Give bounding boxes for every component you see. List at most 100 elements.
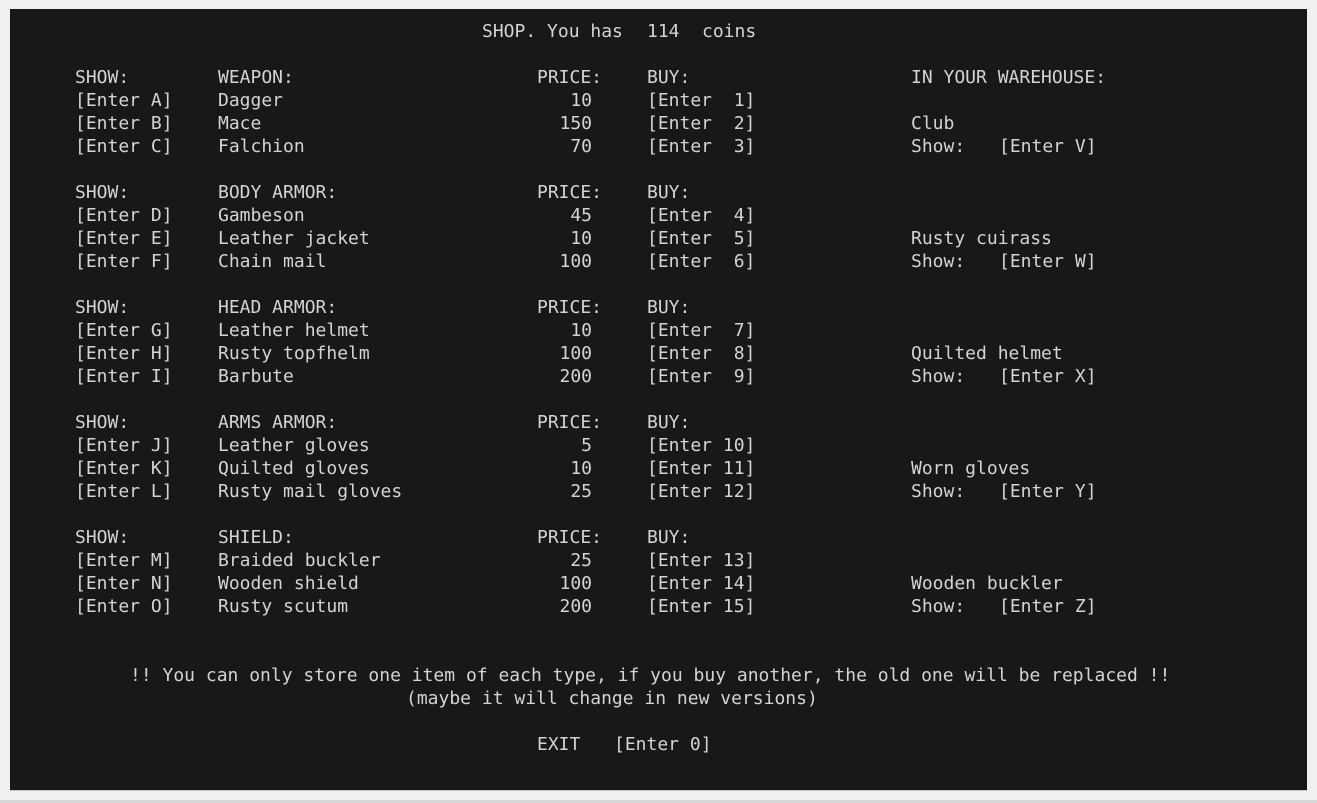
show-item-key[interactable]: [Enter H]: [75, 342, 173, 365]
shop-title-suffix: coins: [702, 21, 757, 42]
warehouse-item-name: Worn gloves: [911, 458, 1031, 479]
buy-column-header: BUY:: [647, 67, 691, 88]
buy-item-key[interactable]: [Enter 7]: [647, 319, 755, 342]
item-name: Rusty scutum: [218, 596, 349, 617]
buy-item-key[interactable]: [Enter 13]: [647, 549, 755, 572]
item-price: 10: [570, 320, 592, 341]
show-item-key[interactable]: [Enter G]: [75, 319, 173, 342]
buy-item-key[interactable]: [Enter 3]: [647, 135, 755, 158]
warehouse-show-key[interactable]: [Enter Y]: [999, 480, 1097, 503]
buy-column-header: BUY:: [647, 182, 691, 203]
item-price: 70: [570, 136, 592, 157]
show-item-key[interactable]: [Enter L]: [75, 480, 173, 503]
item-price: 100: [559, 251, 592, 272]
show-item-key[interactable]: [Enter K]: [75, 457, 173, 480]
item-price: 10: [570, 90, 592, 111]
warehouse-show-label: Show:: [911, 481, 966, 502]
item-name: Braided buckler: [218, 550, 381, 571]
warehouse-header: IN YOUR WAREHOUSE:: [911, 67, 1107, 88]
notice-line-2: (maybe it will change in new versions): [406, 688, 818, 709]
show-item-key[interactable]: [Enter I]: [75, 365, 173, 388]
buy-item-key[interactable]: [Enter 1]: [647, 89, 755, 112]
item-name: Rusty mail gloves: [218, 481, 403, 502]
show-item-key[interactable]: [Enter B]: [75, 112, 173, 135]
show-column-header: SHOW:: [75, 67, 130, 88]
warehouse-item-name: Rusty cuirass: [911, 228, 1052, 249]
buy-item-key[interactable]: [Enter 9]: [647, 365, 755, 388]
warehouse-show-key[interactable]: [Enter X]: [999, 365, 1097, 388]
price-column-header: PRICE:: [537, 527, 603, 548]
warehouse-show-label: Show:: [911, 366, 966, 387]
item-price: 200: [559, 596, 592, 617]
item-name: Falchion: [218, 136, 305, 157]
show-item-key[interactable]: [Enter A]: [75, 89, 173, 112]
item-name: Chain mail: [218, 251, 327, 272]
warehouse-item-name: Wooden buckler: [911, 573, 1063, 594]
buy-item-key[interactable]: [Enter 14]: [647, 572, 755, 595]
item-price: 25: [570, 481, 592, 502]
category-header: SHIELD:: [218, 527, 294, 548]
warehouse-show-label: Show:: [911, 136, 966, 157]
show-item-key[interactable]: [Enter O]: [75, 595, 173, 618]
buy-item-key[interactable]: [Enter 2]: [647, 112, 755, 135]
warehouse-show-key[interactable]: [Enter W]: [999, 250, 1097, 273]
item-price: 100: [559, 573, 592, 594]
exit-label: EXIT: [537, 734, 581, 755]
buy-item-key[interactable]: [Enter 8]: [647, 342, 755, 365]
show-item-key[interactable]: [Enter F]: [75, 250, 173, 273]
item-price: 5: [581, 435, 592, 456]
warehouse-show-key[interactable]: [Enter Z]: [999, 595, 1097, 618]
price-column-header: PRICE:: [537, 297, 603, 318]
buy-item-key[interactable]: [Enter 10]: [647, 434, 755, 457]
warehouse-show-label: Show:: [911, 251, 966, 272]
buy-column-header: BUY:: [647, 297, 691, 318]
item-price: 200: [559, 366, 592, 387]
item-name: Dagger: [218, 90, 284, 111]
buy-item-key[interactable]: [Enter 11]: [647, 457, 755, 480]
category-header: HEAD ARMOR:: [218, 297, 338, 318]
buy-column-header: BUY:: [647, 527, 691, 548]
item-name: Wooden shield: [218, 573, 359, 594]
coin-count: 114: [647, 21, 680, 42]
show-item-key[interactable]: [Enter J]: [75, 434, 173, 457]
item-name: Gambeson: [218, 205, 305, 226]
price-column-header: PRICE:: [537, 412, 603, 433]
buy-item-key[interactable]: [Enter 6]: [647, 250, 755, 273]
buy-item-key[interactable]: [Enter 5]: [647, 227, 755, 250]
category-header: ARMS ARMOR:: [218, 412, 338, 433]
warehouse-show-key[interactable]: [Enter V]: [999, 135, 1097, 158]
show-item-key[interactable]: [Enter E]: [75, 227, 173, 250]
show-column-header: SHOW:: [75, 182, 130, 203]
warehouse-item-name: Quilted helmet: [911, 343, 1063, 364]
price-column-header: PRICE:: [537, 182, 603, 203]
price-column-header: PRICE:: [537, 67, 603, 88]
exit-key[interactable]: [Enter 0]: [614, 733, 712, 756]
show-item-key[interactable]: [Enter M]: [75, 549, 173, 572]
show-column-header: SHOW:: [75, 527, 130, 548]
item-price: 100: [559, 343, 592, 364]
notice-line-1: !! You can only store one item of each t…: [130, 665, 1171, 686]
show-column-header: SHOW:: [75, 297, 130, 318]
item-name: Quilted gloves: [218, 458, 370, 479]
item-price: 10: [570, 228, 592, 249]
show-item-key[interactable]: [Enter N]: [75, 572, 173, 595]
item-price: 10: [570, 458, 592, 479]
buy-column-header: BUY:: [647, 412, 691, 433]
item-name: Leather helmet: [218, 320, 370, 341]
show-column-header: SHOW:: [75, 412, 130, 433]
shop-title-prefix: SHOP. You has: [482, 21, 623, 42]
buy-item-key[interactable]: [Enter 15]: [647, 595, 755, 618]
item-price: 45: [570, 205, 592, 226]
item-name: Leather jacket: [218, 228, 370, 249]
buy-item-key[interactable]: [Enter 4]: [647, 204, 755, 227]
item-price: 25: [570, 550, 592, 571]
warehouse-item-name: Club: [911, 113, 955, 134]
category-header: BODY ARMOR:: [218, 182, 338, 203]
category-header: WEAPON:: [218, 67, 294, 88]
console-window: SHOP. You has 114 coins IN YOUR WAREHOUS…: [10, 9, 1307, 791]
show-item-key[interactable]: [Enter D]: [75, 204, 173, 227]
item-name: Mace: [218, 113, 262, 134]
item-price: 150: [559, 113, 592, 134]
buy-item-key[interactable]: [Enter 12]: [647, 480, 755, 503]
show-item-key[interactable]: [Enter C]: [75, 135, 173, 158]
